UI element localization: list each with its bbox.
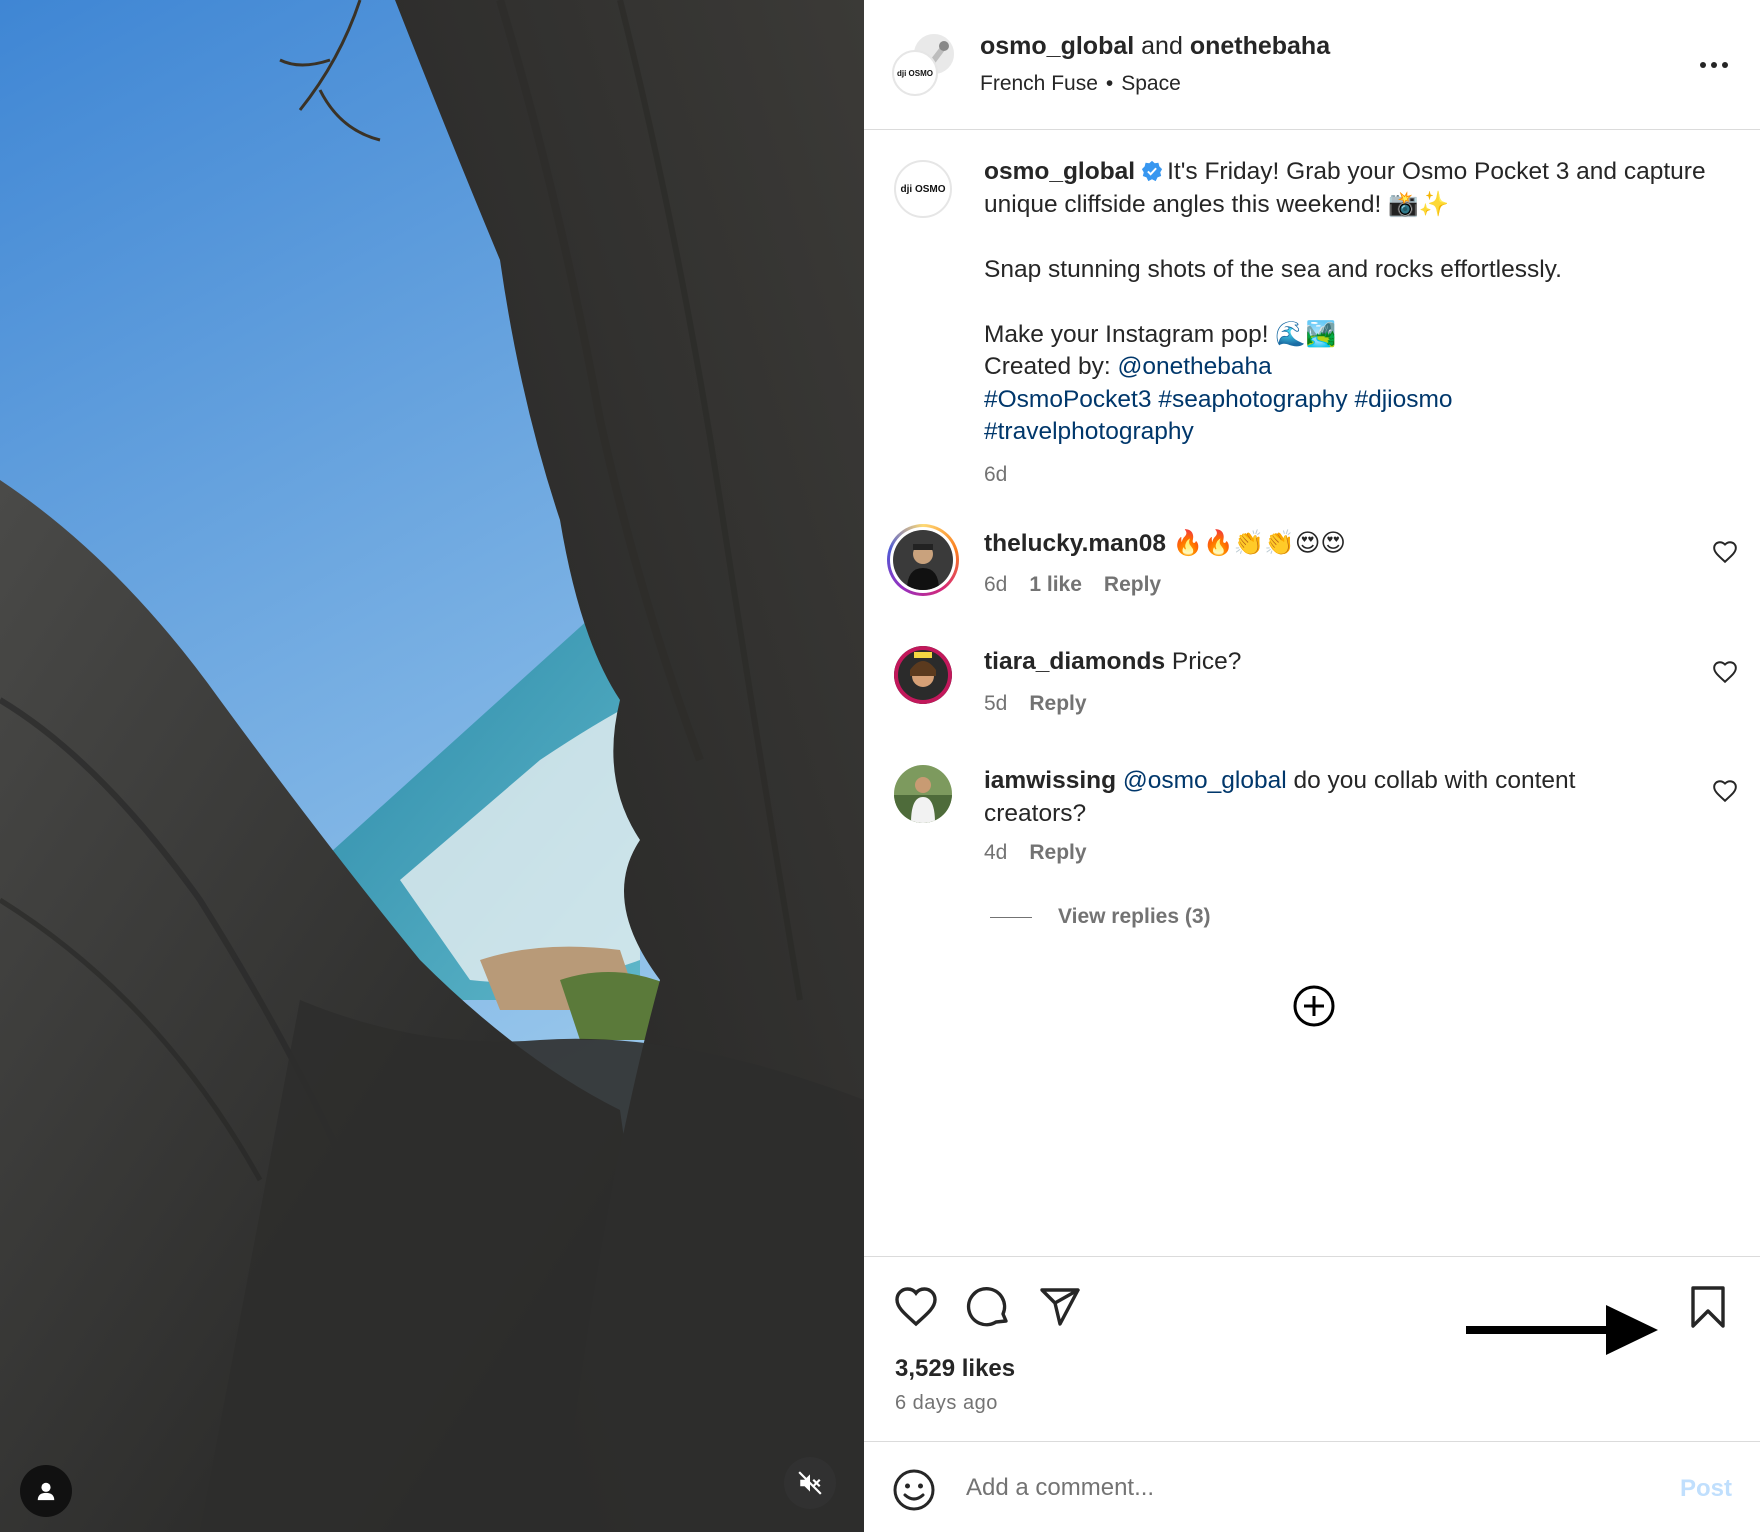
avatar-thelucky [893, 530, 953, 590]
comment-meta: 5d Reply [984, 692, 1087, 716]
replies-divider-line [990, 916, 1032, 918]
load-more-comments-icon[interactable] [1292, 984, 1336, 1028]
audio-attribution[interactable]: French Fuse • Space [980, 72, 1181, 96]
caption-line-3: Make your Instagram pop! 🌊🏞️ [984, 320, 1337, 348]
emoji-smiley-icon[interactable] [892, 1468, 936, 1512]
comment-meta: 4d Reply [984, 841, 1087, 865]
post-comment-button[interactable]: Post [1680, 1475, 1732, 1503]
comment-input[interactable] [966, 1466, 1586, 1510]
caption-username[interactable]: osmo_global [984, 158, 1135, 185]
more-options-button[interactable] [1694, 50, 1734, 80]
created-by-label: Created by: [984, 353, 1111, 380]
comment-bubble-icon[interactable] [964, 1283, 1012, 1331]
hashtag-djiosmo[interactable]: #djiosmo [1354, 386, 1452, 413]
post-video[interactable] [0, 0, 864, 1532]
verified-badge-icon [1142, 160, 1163, 182]
comment-body: iamwissing @osmo_global do you collab wi… [984, 765, 1624, 830]
comment-text: Price? [1171, 648, 1242, 675]
volume-muted-icon [798, 1471, 822, 1495]
and-joiner: and [1141, 32, 1183, 60]
cliff-sea-image [0, 0, 864, 1532]
hashtag-seaphotography[interactable]: #seaphotography [1158, 386, 1347, 413]
likes-count[interactable]: 3,529 likes [895, 1355, 1015, 1383]
caption: osmo_global It's Friday! Grab your Osmo P… [984, 156, 1714, 449]
reply-button[interactable]: Reply [1029, 841, 1086, 865]
comment-meta: 6d 1 like Reply [984, 573, 1161, 597]
avatar-osmo-global[interactable]: dji OSMO [892, 50, 938, 96]
collab-avatars[interactable]: dji OSMO [892, 32, 956, 98]
view-replies-button[interactable]: View replies (3) [990, 905, 1211, 929]
arrow-pointer-icon [1466, 1305, 1658, 1355]
avatar-iamwissing [894, 765, 952, 823]
comment-time[interactable]: 6d [984, 573, 1007, 597]
comment-username[interactable]: thelucky.man08 [984, 530, 1166, 557]
mention-onethebaha[interactable]: @onethebaha [1117, 353, 1271, 380]
comment-body: thelucky.man08 🔥🔥👏👏😍😍 [984, 528, 1624, 561]
save-bookmark-icon[interactable] [1684, 1283, 1732, 1331]
comment-avatar[interactable] [894, 646, 952, 704]
comment-like-heart-icon[interactable] [1712, 778, 1738, 804]
comment-username[interactable]: tiara_diamonds [984, 648, 1165, 675]
comment-avatar-story-ring[interactable] [887, 524, 959, 596]
more-horizontal-icon [1700, 62, 1728, 68]
user-icon [37, 1482, 55, 1501]
tagged-users-button[interactable] [20, 1465, 72, 1517]
comment-like-count[interactable]: 1 like [1029, 573, 1082, 597]
comment-username[interactable]: iamwissing [984, 767, 1116, 794]
audio-track[interactable]: Space [1121, 72, 1181, 95]
avatar-tiara [894, 646, 952, 704]
comment-like-heart-icon[interactable] [1712, 659, 1738, 685]
like-heart-icon[interactable] [892, 1283, 940, 1331]
post-header: dji OSMO osmo_global and onethebaha Fren… [864, 0, 1760, 130]
collab-usernames: osmo_global and onethebaha [980, 32, 1330, 61]
comment-time[interactable]: 5d [984, 692, 1007, 716]
audio-artist[interactable]: French Fuse [980, 72, 1098, 95]
add-comment-bar: Post [864, 1441, 1760, 1532]
share-send-icon[interactable] [1036, 1283, 1084, 1331]
comments-list: dji OSMO osmo_global It's Friday! Grab yo… [864, 131, 1760, 1255]
hashtag-travelphotography[interactable]: #travelphotography [984, 418, 1194, 445]
comment-body: tiara_diamonds Price? [984, 646, 1624, 679]
reply-button[interactable]: Reply [1104, 573, 1161, 597]
caption-timestamp[interactable]: 6d [984, 463, 1007, 487]
post-details-panel: dji OSMO osmo_global and onethebaha Fren… [864, 0, 1760, 1532]
comment-time[interactable]: 4d [984, 841, 1007, 865]
mention-osmo-global[interactable]: @osmo_global [1123, 767, 1287, 794]
post-timestamp[interactable]: 6 days ago [895, 1392, 998, 1415]
comment-avatar[interactable] [894, 765, 952, 823]
mute-button[interactable] [784, 1457, 836, 1509]
comment-like-heart-icon[interactable] [1712, 539, 1738, 565]
comment-text: 🔥🔥👏👏😍😍 [1172, 530, 1346, 557]
hashtag-osmopocket3[interactable]: #OsmoPocket3 [984, 386, 1152, 413]
caption-line-2: Snap stunning shots of the sea and rocks… [984, 255, 1562, 283]
view-replies-label: View replies (3) [1058, 905, 1211, 928]
post-actions: 3,529 likes 6 days ago [864, 1256, 1760, 1441]
reply-button[interactable]: Reply [1029, 692, 1086, 716]
username-onethebaha[interactable]: onethebaha [1190, 32, 1330, 60]
username-osmo-global[interactable]: osmo_global [980, 32, 1134, 60]
audio-separator: • [1105, 72, 1114, 95]
caption-avatar[interactable]: dji OSMO [894, 160, 952, 218]
